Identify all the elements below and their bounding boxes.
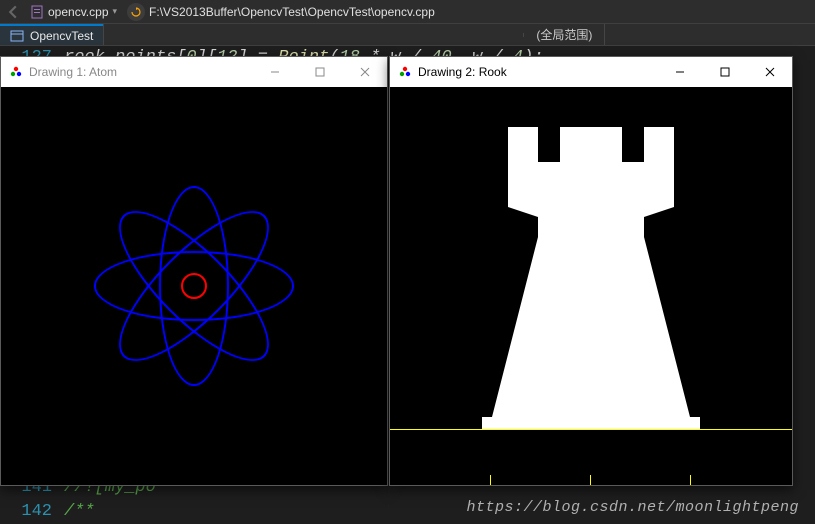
watermark: https://blog.csdn.net/moonlightpeng xyxy=(466,499,799,516)
maximize-button[interactable] xyxy=(702,57,747,87)
scope-dropdown[interactable] xyxy=(104,33,524,37)
scope-label-cell[interactable]: (全局范围) xyxy=(524,24,605,45)
close-button[interactable] xyxy=(342,57,387,87)
rook-shape xyxy=(390,87,792,485)
active-file-chip[interactable]: opencv.cpp ▾ xyxy=(24,4,123,20)
project-icon xyxy=(10,29,24,43)
canvas-atom xyxy=(1,87,387,485)
rook-divider xyxy=(690,475,691,485)
maximize-button[interactable] xyxy=(297,57,342,87)
line-number: 142 xyxy=(0,500,64,524)
window-title: Drawing 2: Rook xyxy=(418,65,507,79)
window-title: Drawing 1: Atom xyxy=(29,65,117,79)
minimize-button[interactable] xyxy=(252,57,297,87)
scope-bar: OpencvTest (全局范围) xyxy=(0,24,815,46)
atom-core xyxy=(181,273,207,299)
minimize-button[interactable] xyxy=(657,57,702,87)
opencv-icon xyxy=(9,65,23,79)
project-scope-tab[interactable]: OpencvTest xyxy=(0,24,103,45)
rook-baseline-box xyxy=(390,430,792,485)
opencv-icon xyxy=(398,65,412,79)
active-file-name: opencv.cpp xyxy=(48,5,109,19)
window-rook: Drawing 2: Rook xyxy=(389,56,793,486)
chevron-down-icon: ▾ xyxy=(113,6,118,17)
cpp-file-icon xyxy=(30,5,44,19)
back-icon[interactable] xyxy=(6,5,20,19)
rook-divider xyxy=(490,475,491,485)
window-atom: Drawing 1: Atom xyxy=(0,56,388,486)
close-button[interactable] xyxy=(747,57,792,87)
sync-button[interactable] xyxy=(127,3,145,21)
titlebar[interactable]: Drawing 2: Rook xyxy=(390,57,792,87)
scope-label: (全局范围) xyxy=(536,26,592,43)
rook-divider xyxy=(590,475,591,485)
vs-navigation-bar: opencv.cpp ▾ F:\VS2013Buffer\OpencvTest\… xyxy=(0,0,815,24)
project-name: OpencvTest xyxy=(30,29,93,43)
titlebar[interactable]: Drawing 1: Atom xyxy=(1,57,387,87)
file-path: F:\VS2013Buffer\OpencvTest\OpencvTest\op… xyxy=(149,5,435,19)
canvas-rook xyxy=(390,87,792,485)
